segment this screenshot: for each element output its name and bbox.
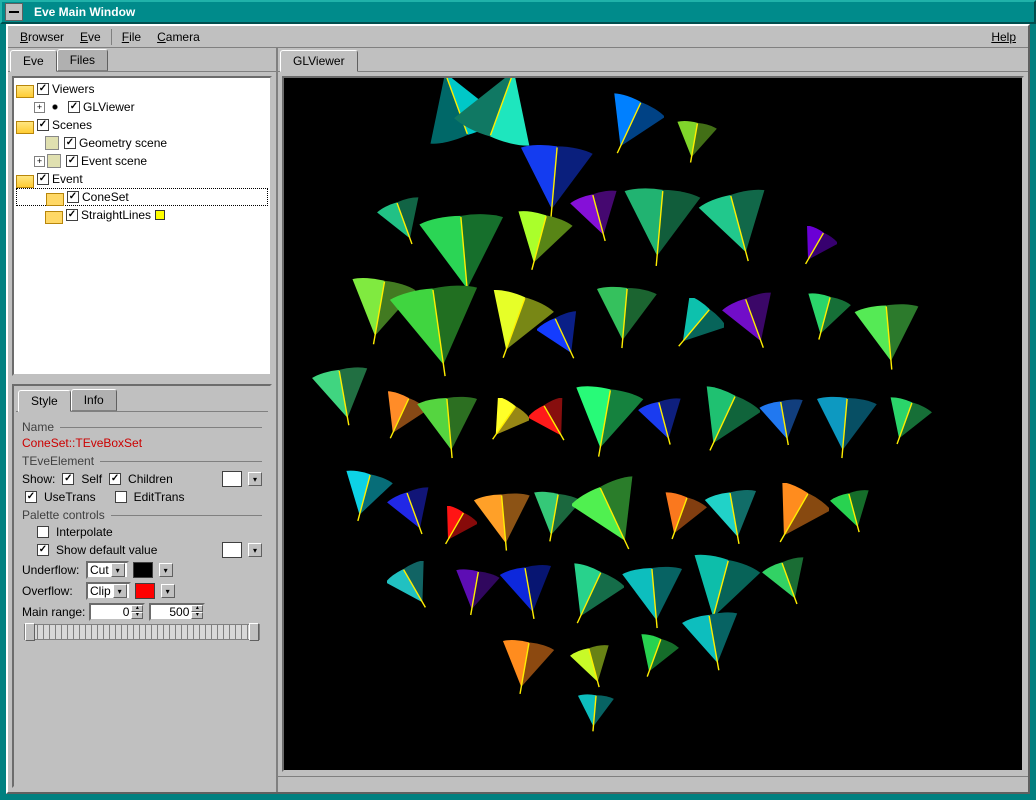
check-showdefault[interactable]: [37, 544, 49, 556]
tree-check-event[interactable]: [37, 173, 49, 185]
folder-icon: [45, 209, 61, 222]
scene-tree[interactable]: Viewers + GLViewer Scenes: [12, 76, 272, 376]
menu-browser[interactable]: Browser: [12, 28, 72, 46]
gl-viewer-canvas[interactable]: [282, 76, 1024, 772]
folder-icon: [16, 83, 32, 96]
tree-item-geometry-scene[interactable]: Geometry scene: [79, 136, 167, 150]
mainrange-min-input[interactable]: ▴▾: [89, 603, 145, 621]
tree-item-straightlines[interactable]: StraightLines: [81, 208, 151, 222]
check-interpolate[interactable]: [37, 526, 49, 538]
tab-glviewer[interactable]: GLViewer: [280, 50, 358, 72]
overflow-select[interactable]: Clip ▾: [86, 582, 131, 600]
menu-camera[interactable]: Camera: [149, 28, 208, 46]
folder-icon: [16, 173, 32, 186]
check-self[interactable]: [62, 473, 74, 485]
check-usetrans[interactable]: [25, 491, 37, 503]
group-palette: Palette controls: [22, 508, 262, 522]
underflow-select[interactable]: Cut ▾: [86, 561, 129, 579]
color-dropdown-button[interactable]: ▾: [159, 563, 173, 577]
tree-item-coneset[interactable]: ConeSet: [82, 190, 129, 204]
mainrange-max-input[interactable]: ▴▾: [149, 603, 205, 621]
tree-check-viewers[interactable]: [37, 83, 49, 95]
overflow-color-swatch[interactable]: [135, 583, 155, 599]
default-color-swatch[interactable]: [222, 542, 242, 558]
window-title: Eve Main Window: [34, 5, 135, 19]
tree-check-eventscene[interactable]: [66, 155, 78, 167]
menu-eve[interactable]: Eve: [72, 28, 109, 46]
tree-item-event[interactable]: Event: [52, 172, 83, 186]
show-label: Show:: [22, 472, 55, 486]
menu-file[interactable]: File: [114, 28, 149, 46]
viewer-tabs: GLViewer: [278, 48, 1028, 72]
group-teveelement: TEveElement: [22, 454, 262, 468]
tab-files[interactable]: Files: [57, 49, 108, 71]
eye-icon: [47, 102, 63, 112]
system-menu-icon[interactable]: [5, 3, 23, 21]
chevron-down-icon[interactable]: ▾: [111, 563, 125, 577]
cube-icon: [45, 136, 59, 150]
titlebar[interactable]: Eve Main Window: [0, 0, 1036, 24]
main-color-swatch[interactable]: [222, 471, 242, 487]
tree-item-viewers[interactable]: Viewers: [52, 82, 94, 96]
check-children[interactable]: [109, 473, 121, 485]
cube-icon: [47, 154, 61, 168]
menu-help[interactable]: Help: [983, 28, 1024, 46]
color-dropdown-button[interactable]: ▾: [161, 584, 175, 598]
tree-item-selected: ConeSet: [16, 188, 268, 206]
tree-item-scenes[interactable]: Scenes: [52, 118, 92, 132]
chevron-down-icon[interactable]: ▾: [113, 584, 127, 598]
folder-icon: [16, 119, 32, 132]
tab-style[interactable]: Style: [18, 390, 71, 412]
color-swatch-icon: [155, 210, 165, 220]
tree-check-coneset[interactable]: [67, 191, 79, 203]
object-name-value: ConeSet::TEveBoxSet: [22, 436, 262, 450]
tree-check-geom[interactable]: [64, 137, 76, 149]
tree-item-glviewer[interactable]: GLViewer: [83, 100, 135, 114]
underflow-color-swatch[interactable]: [133, 562, 153, 578]
group-name: Name: [22, 420, 262, 434]
menubar: Browser Eve File Camera Help: [8, 26, 1028, 48]
tree-check-glviewer[interactable]: [68, 101, 80, 113]
tree-check-lines[interactable]: [66, 209, 78, 221]
color-dropdown-button[interactable]: ▾: [248, 543, 262, 557]
property-panel: Style Info Name ConeSet::TEveBoxSet TEve…: [12, 384, 272, 788]
left-tabs: Eve Files: [8, 48, 276, 72]
tree-check-scenes[interactable]: [37, 119, 49, 131]
color-dropdown-button[interactable]: ▾: [248, 472, 262, 486]
tree-item-event-scene[interactable]: Event scene: [81, 154, 147, 168]
tab-info[interactable]: Info: [71, 389, 117, 411]
statusbar: [278, 776, 1028, 792]
mainrange-slider[interactable]: [24, 624, 260, 640]
check-edittrans[interactable]: [115, 491, 127, 503]
expander-icon[interactable]: +: [34, 102, 45, 113]
expander-icon[interactable]: +: [34, 156, 45, 167]
tab-eve[interactable]: Eve: [10, 50, 57, 72]
folder-icon: [46, 191, 62, 204]
